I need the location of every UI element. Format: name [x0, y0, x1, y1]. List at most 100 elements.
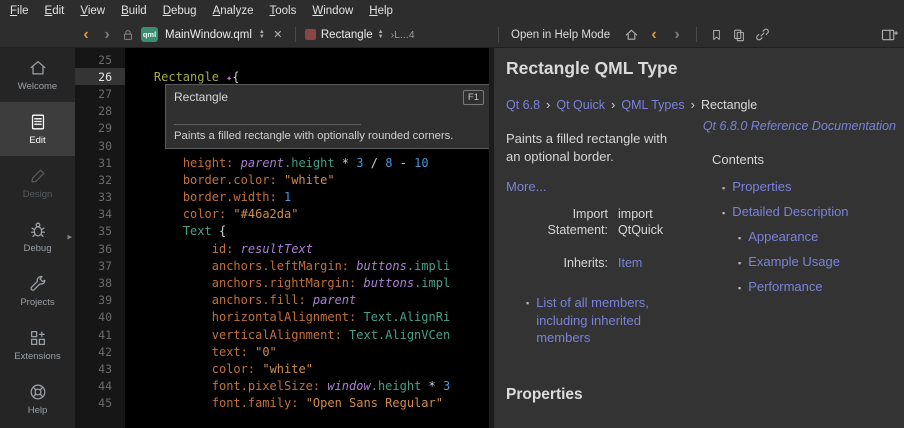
flyout-arrow-icon[interactable]: ▸ — [67, 232, 72, 243]
line-number[interactable]: 38 — [75, 274, 125, 291]
code-line[interactable]: 34color: "#46a2da" — [75, 206, 489, 223]
line-number[interactable]: 29 — [75, 120, 125, 137]
menubar: FileEditViewBuildDebugAnalyzeToolsWindow… — [0, 0, 904, 22]
code-text: height: parent.height * 3 / 8 - 10 — [125, 156, 429, 170]
line-number[interactable]: 33 — [75, 189, 125, 206]
sidebar-item-debug[interactable]: Debug▸ — [0, 210, 75, 264]
code-line[interactable]: 26Rectangle ✦{ — [75, 68, 489, 85]
line-number[interactable]: 44 — [75, 378, 125, 395]
line-number[interactable]: 31 — [75, 154, 125, 171]
toolbar: ‹ › qml MainWindow.qml ▲▼ ✕ Rectangle ▲▼… — [0, 22, 904, 48]
line-number[interactable]: 30 — [75, 137, 125, 154]
main-area: WelcomeEditDesignDebug▸ProjectsExtension… — [0, 48, 904, 428]
mode-selector: WelcomeEditDesignDebug▸ProjectsExtension… — [0, 48, 75, 428]
copy-pages-icon[interactable] — [731, 25, 747, 45]
contents-link[interactable]: Detailed Description — [732, 204, 848, 219]
qt-creator-window: FileEditViewBuildDebugAnalyzeToolsWindow… — [0, 0, 904, 428]
code-line[interactable]: 40horizontalAlignment: Text.AlignRi — [75, 309, 489, 326]
line-number[interactable]: 40 — [75, 309, 125, 326]
breadcrumb-item[interactable]: Qt 6.8 — [506, 98, 540, 112]
open-in-help-mode-button[interactable]: Open in Help Mode — [511, 29, 610, 41]
code-line[interactable]: 31height: parent.height * 3 / 8 - 10 — [75, 154, 489, 171]
doc-reference-link[interactable]: Qt 6.8.0 Reference Documentation — [703, 119, 896, 133]
sidebar-item-welcome[interactable]: Welcome — [0, 48, 75, 102]
line-number[interactable]: 45 — [75, 395, 125, 412]
help-back-icon[interactable]: ‹ — [646, 25, 662, 45]
menu-window[interactable]: Window — [304, 2, 361, 20]
menu-debug[interactable]: Debug — [155, 2, 205, 20]
line-number[interactable]: 34 — [75, 206, 125, 223]
all-members-link[interactable]: List of all members, including inherited… — [536, 294, 694, 347]
close-document-icon[interactable]: ✕ — [270, 25, 286, 45]
bookmark-icon[interactable] — [708, 25, 724, 45]
contents-link[interactable]: Performance — [748, 279, 822, 294]
more-link[interactable]: More... — [506, 179, 546, 194]
code-line[interactable]: 43color: "white" — [75, 360, 489, 377]
sidebar-item-projects[interactable]: Projects — [0, 264, 75, 318]
line-number[interactable]: 42 — [75, 343, 125, 360]
breadcrumb-item[interactable]: Qt Quick — [556, 98, 605, 112]
line-number[interactable]: 39 — [75, 292, 125, 309]
tooltip-title: Rectangle — [174, 90, 228, 104]
home-icon[interactable] — [623, 25, 639, 45]
line-number[interactable]: 43 — [75, 360, 125, 377]
contents-link[interactable]: Appearance — [748, 229, 818, 244]
line-number[interactable]: 41 — [75, 326, 125, 343]
nav-back-icon[interactable]: ‹ — [78, 25, 94, 45]
symbol-dropdown[interactable]: Rectangle — [321, 29, 373, 41]
document-dropdown-arrows-icon[interactable]: ▲▼ — [259, 30, 265, 40]
code-line[interactable]: 37anchors.leftMargin: buttons.impli — [75, 257, 489, 274]
nav-forward-icon[interactable]: › — [99, 25, 115, 45]
line-number[interactable]: 25 — [75, 51, 125, 68]
menu-analyze[interactable]: Analyze — [205, 2, 262, 20]
code-line[interactable]: 41verticalAlignment: Text.AlignVCen — [75, 326, 489, 343]
open-sidebar-split-icon[interactable] — [881, 25, 898, 45]
code-text: border.width: 1 — [125, 190, 291, 204]
contents-link[interactable]: Properties — [732, 179, 791, 194]
line-number[interactable]: 37 — [75, 257, 125, 274]
menu-help[interactable]: Help — [361, 2, 401, 20]
code-line[interactable]: 38anchors.rightMargin: buttons.impl — [75, 274, 489, 291]
contents-link[interactable]: Example Usage — [748, 254, 840, 269]
code-token: / — [364, 156, 386, 170]
sidebar-item-edit[interactable]: Edit — [0, 102, 75, 156]
code-token: border.width: — [183, 190, 277, 204]
line-number[interactable]: 26 — [75, 68, 125, 85]
toolbar-divider — [295, 27, 296, 42]
menu-edit[interactable]: Edit — [37, 2, 73, 20]
code-line[interactable]: 44font.pixelSize: window.height * 3 — [75, 378, 489, 395]
line-number[interactable]: 27 — [75, 85, 125, 102]
qml-file-icon: qml — [141, 27, 158, 42]
open-document-dropdown[interactable]: MainWindow.qml — [163, 29, 254, 41]
help-forward-icon[interactable]: › — [669, 25, 685, 45]
code-line[interactable]: 25 — [75, 51, 489, 68]
line-number[interactable]: 36 — [75, 240, 125, 257]
menu-build[interactable]: Build — [113, 2, 155, 20]
menu-file[interactable]: File — [2, 2, 37, 20]
line-column-indicator[interactable]: ›L...4 — [391, 29, 415, 41]
code-line[interactable]: 35Text { — [75, 223, 489, 240]
code-line[interactable]: 42text: "0" — [75, 343, 489, 360]
sidebar-item-extensions[interactable]: Extensions — [0, 318, 75, 372]
line-number[interactable]: 28 — [75, 103, 125, 120]
menu-tools[interactable]: Tools — [262, 2, 305, 20]
sidebar-item-help[interactable]: Help — [0, 372, 75, 426]
code-token: color: — [212, 362, 255, 376]
code-token: "0" — [255, 345, 277, 359]
code-token — [298, 396, 305, 410]
code-line[interactable]: 45font.family: "Open Sans Regular" — [75, 395, 489, 412]
line-number[interactable]: 32 — [75, 171, 125, 188]
code-line[interactable]: 39anchors.fill: parent — [75, 292, 489, 309]
menu-view[interactable]: View — [72, 2, 113, 20]
code-line[interactable]: 36id: resultText — [75, 240, 489, 257]
code-line[interactable]: 32border.color: "white" — [75, 171, 489, 188]
symbol-dropdown-arrows-icon[interactable]: ▲▼ — [378, 30, 384, 40]
contents-title: Contents — [712, 152, 892, 167]
code-editor[interactable]: 2526Rectangle ✦{2728293031height: parent… — [75, 48, 489, 428]
breadcrumb-item[interactable]: QML Types — [621, 98, 684, 112]
chevron-right-icon: › — [611, 97, 615, 112]
line-number[interactable]: 35 — [75, 223, 125, 240]
inherits-link[interactable]: Item — [618, 256, 642, 270]
link-icon[interactable] — [754, 25, 770, 45]
code-line[interactable]: 33border.width: 1 — [75, 189, 489, 206]
